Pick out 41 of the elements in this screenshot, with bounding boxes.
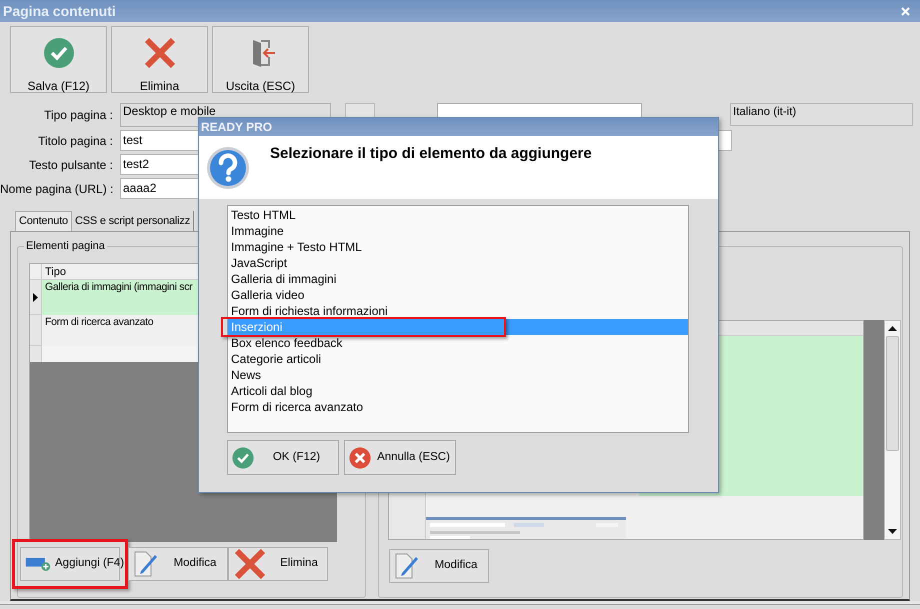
element-type-list[interactable] <box>227 205 689 433</box>
toolbar-button[interactable]: Elimina <box>111 26 208 93</box>
close-icon <box>348 446 372 470</box>
column-header[interactable]: Tipo <box>42 264 66 279</box>
row-pointer-icon <box>33 292 38 302</box>
question-icon <box>206 146 250 190</box>
toolbar-button[interactable]: Uscita (ESC) <box>212 26 309 93</box>
field-label: Nome pagina (URL) : <box>0 180 114 198</box>
action-button[interactable]: Elimina <box>228 547 328 581</box>
close-icon <box>233 547 267 581</box>
list-item[interactable]: Testo HTML <box>228 207 299 223</box>
toolbar-button[interactable]: Salva (F12) <box>10 26 107 93</box>
add-icon <box>25 555 51 573</box>
field-label: Titolo pagina : <box>37 132 114 150</box>
list-item[interactable]: Galleria video <box>228 287 308 303</box>
close-icon <box>900 6 910 16</box>
dialog-heading: Selezionare il tipo di elemento da aggiungere <box>270 144 592 164</box>
list-item[interactable]: Immagine <box>228 223 287 239</box>
check-icon <box>42 36 76 70</box>
field-label: Testo pulsante : <box>28 156 114 174</box>
list-item[interactable]: Form di ricerca avanzato <box>228 399 366 415</box>
list-item[interactable]: News <box>228 367 264 383</box>
field-label: Tipo pagina : <box>43 107 114 124</box>
close-icon <box>142 36 176 70</box>
edit-icon <box>133 550 159 578</box>
scroll-thumb[interactable] <box>886 336 899 451</box>
language-field: Italiano (it-it) <box>730 103 913 126</box>
tab[interactable]: Contenuto <box>15 211 72 231</box>
scrollbar[interactable] <box>884 320 901 540</box>
dialog-button[interactable]: OK (F12) <box>227 440 339 475</box>
group-title: Elementi pagina <box>24 239 107 253</box>
list-item[interactable]: Immagine + Testo HTML <box>228 239 365 255</box>
window-title: Pagina contenuti <box>3 2 116 21</box>
action-button[interactable]: Modifica <box>389 549 489 583</box>
list-item[interactable]: Categorie articoli <box>228 351 324 367</box>
edit-icon <box>394 552 420 580</box>
list-item[interactable]: Articoli dal blog <box>228 383 316 399</box>
dialog-button[interactable]: Annulla (ESC) <box>344 440 456 475</box>
check-icon <box>231 446 255 470</box>
action-button[interactable]: Modifica <box>128 547 228 581</box>
list-item[interactable]: JavaScript <box>228 255 290 271</box>
